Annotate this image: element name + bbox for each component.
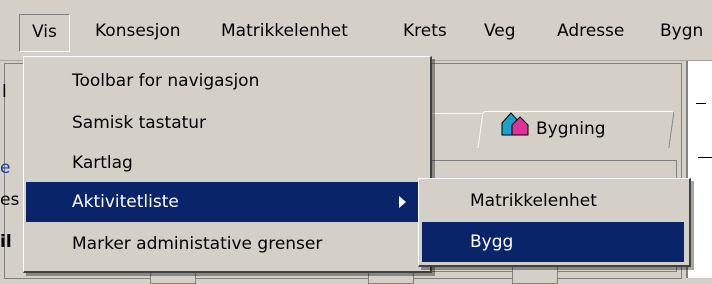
menu-item-toolbar-for-navigasjon[interactable]: Toolbar for navigasjon: [26, 61, 426, 101]
menu-item-aktivitetliste[interactable]: Aktivitetliste: [26, 182, 426, 222]
menu-adresse[interactable]: Adresse: [557, 0, 624, 60]
background-text-fragment: l: [2, 82, 7, 102]
house-icon: [500, 109, 530, 150]
map-line: [696, 103, 706, 104]
menu-item-label: Marker administative grenser: [72, 234, 323, 254]
menu-bar: Vis Konsesjon Matrikkelenhet Krets Veg A…: [0, 0, 712, 61]
submenu-arrow-icon: [399, 196, 406, 208]
menu-item-label: Kartlag: [72, 153, 133, 173]
menu-item-samisk-tastatur[interactable]: Samisk tastatur: [26, 103, 426, 143]
background-text-fragment: il: [0, 232, 12, 252]
menu-item-label: Toolbar for navigasjon: [72, 71, 260, 91]
menu-item-label: Aktivitetliste: [72, 192, 179, 212]
menu-item-kartlag[interactable]: Kartlag: [26, 143, 426, 183]
menu-konsesjon[interactable]: Konsesjon: [95, 0, 181, 60]
tab-bygning-content[interactable]: Bygning: [500, 111, 606, 147]
menu-bygning[interactable]: Bygn: [660, 0, 703, 60]
submenu-item-bygg[interactable]: Bygg: [422, 222, 684, 262]
menu-krets[interactable]: Krets: [403, 0, 447, 60]
tab-bygning-label: Bygning: [536, 119, 606, 139]
map-line: [698, 157, 712, 158]
menu-matrikkelenhet[interactable]: Matrikkelenhet: [221, 0, 348, 60]
menu-vis[interactable]: Vis: [19, 14, 70, 52]
vis-dropdown-menu: Toolbar for navigasjon Samisk tastatur K…: [23, 56, 432, 273]
menu-veg[interactable]: Veg: [484, 0, 516, 60]
background-text-fragment: e: [0, 158, 11, 178]
submenu-item-matrikkelenhet[interactable]: Matrikkelenhet: [422, 181, 684, 221]
background-text-fragment: es: [0, 190, 20, 210]
menu-item-label: Samisk tastatur: [72, 113, 207, 133]
menu-item-marker-administative-grenser[interactable]: Marker administative grenser: [26, 224, 426, 264]
aktivitetliste-submenu: Matrikkelenhet Bygg: [418, 178, 691, 267]
